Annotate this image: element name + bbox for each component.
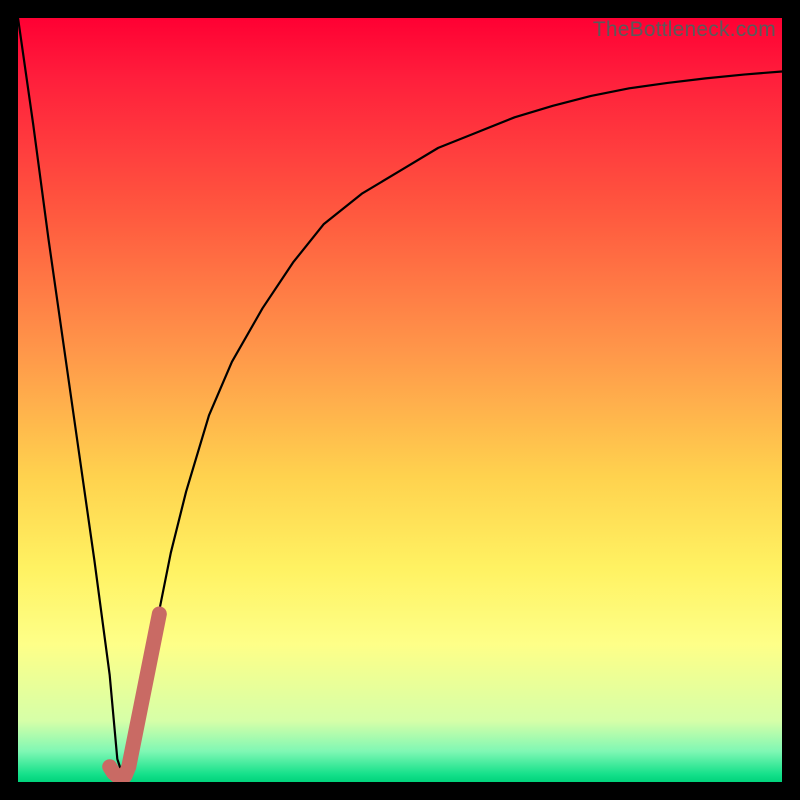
curve-layer	[18, 18, 782, 782]
watermark-text: TheBottleneck.com	[593, 18, 776, 42]
bottleneck-curve	[18, 18, 782, 782]
chart-frame: TheBottleneck.com	[0, 0, 800, 800]
plot-area: TheBottleneck.com	[18, 18, 782, 782]
